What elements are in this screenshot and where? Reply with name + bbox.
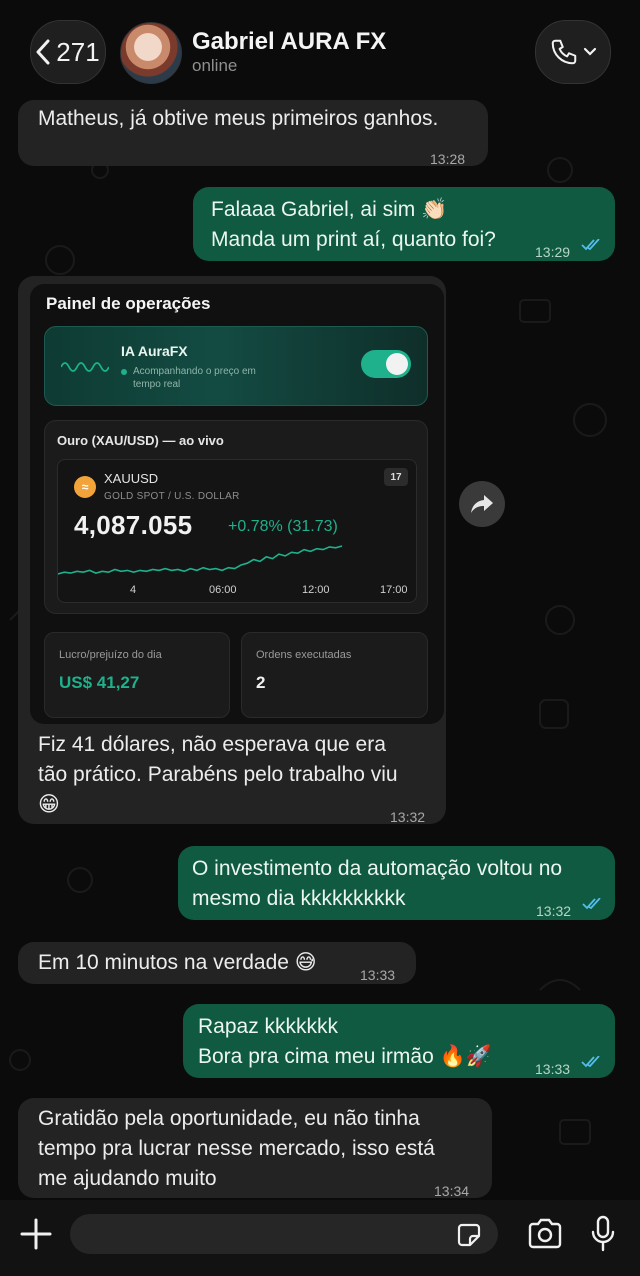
- price-series-line: [58, 545, 343, 575]
- panel-title: Painel de operações: [46, 294, 211, 313]
- message-text: Rapaz kkkkkkk: [198, 1015, 339, 1038]
- message-text: 😁: [38, 793, 60, 816]
- x-tick-label: 4: [130, 584, 137, 596]
- message-time: 13:32: [536, 903, 572, 919]
- aura-toggle[interactable]: [361, 350, 411, 378]
- message-text: mesmo dia kkkkkkkkkk: [192, 887, 406, 910]
- message-incoming[interactable]: Em 10 minutos na verdade 😅 13:33: [18, 942, 416, 984]
- chevron-left-icon: [36, 39, 50, 65]
- aura-subtitle: Acompanhando o preço em tempo real: [133, 366, 256, 390]
- status-dot-icon: [121, 369, 127, 375]
- shared-image-panel[interactable]: Painel de operações IA AuraFX Acompanhan…: [30, 284, 444, 724]
- x-tick-label: 17:00: [380, 584, 408, 596]
- message-outgoing[interactable]: O investimento da automação voltou no me…: [178, 846, 615, 920]
- sticker-icon[interactable]: [454, 1220, 484, 1250]
- gold-coin-icon: ≈: [74, 476, 96, 498]
- forward-button[interactable]: [459, 481, 505, 527]
- chat-header: 271 Gabriel AURA FX online: [0, 0, 640, 100]
- message-text: Fiz 41 dólares, não esperava que era: [38, 733, 386, 756]
- toggle-knob: [386, 353, 408, 375]
- contact-name[interactable]: Gabriel AURA FX: [192, 28, 386, 56]
- unread-count: 271: [56, 36, 100, 67]
- call-button[interactable]: [535, 20, 611, 84]
- message-time: 13:33: [535, 1061, 571, 1077]
- x-tick-label: 12:00: [302, 584, 330, 596]
- symbol: XAUUSD: [104, 471, 159, 486]
- read-ticks-icon: [581, 1056, 600, 1068]
- price-change: +0.78% (31.73): [228, 518, 338, 535]
- price: 4,087.055: [74, 510, 193, 540]
- orders-card: Ordens executadas 2: [241, 632, 428, 718]
- message-outgoing[interactable]: Rapaz kkkkkkk Bora pra cima meu irmão 🔥🚀…: [183, 1004, 615, 1078]
- phone-icon: [551, 39, 577, 65]
- message-input[interactable]: [70, 1214, 498, 1254]
- input-bar: [0, 1200, 640, 1276]
- message-time: 13:32: [390, 809, 426, 825]
- forward-arrow-icon: [471, 495, 493, 513]
- message-text: Em 10 minutos na verdade 😅: [38, 951, 317, 974]
- plus-icon[interactable]: [16, 1214, 56, 1254]
- message-text: Matheus, já obtive meus primeiros ganhos…: [38, 107, 439, 130]
- aura-title: IA AuraFX: [121, 343, 188, 359]
- contact-avatar[interactable]: [120, 22, 182, 84]
- profit-card: Lucro/prejuízo do dia US$ 41,27: [44, 632, 230, 718]
- chevron-down-icon: [583, 47, 597, 56]
- x-tick-label: 06:00: [209, 584, 237, 596]
- read-ticks-icon: [582, 898, 601, 910]
- microphone-icon[interactable]: [590, 1214, 616, 1254]
- gold-card: Ouro (XAU/USD) — ao vivo ≈ XAUUSD GOLD S…: [44, 420, 428, 614]
- orders-label: Ordens executadas: [256, 649, 352, 661]
- message-text: tempo pra lucrar nesse mercado, isso est…: [38, 1137, 435, 1160]
- orders-value: 2: [256, 673, 266, 692]
- message-text: O investimento da automação voltou no: [192, 857, 563, 880]
- back-button[interactable]: 271: [30, 20, 106, 84]
- profit-value: US$ 41,27: [59, 673, 140, 692]
- message-time: 13:29: [535, 244, 571, 260]
- symbol-subtitle: GOLD SPOT / U.S. DOLLAR: [104, 491, 240, 502]
- message-incoming[interactable]: Gratidão pela oportunidade, eu não tinha…: [18, 1098, 492, 1199]
- tradingview-logo-icon: 17: [384, 468, 408, 486]
- message-text: Manda um print aí, quanto foi?: [211, 228, 496, 251]
- message-text: Gratidão pela oportunidade, eu não tinha: [38, 1107, 420, 1130]
- profit-label: Lucro/prejuízo do dia: [59, 649, 162, 661]
- message-text: Bora pra cima meu irmão 🔥🚀: [198, 1045, 492, 1068]
- contact-status: online: [192, 56, 238, 75]
- message-incoming[interactable]: Matheus, já obtive meus primeiros ganhos…: [18, 100, 488, 167]
- price-chart: ≈ XAUUSD GOLD SPOT / U.S. DOLLAR 17 4,08…: [57, 459, 417, 603]
- wave-icon: [61, 362, 109, 372]
- message-text: me ajudando muito: [38, 1167, 217, 1190]
- camera-icon[interactable]: [526, 1216, 564, 1252]
- aura-ai-card: IA AuraFX Acompanhando o preço em tempo …: [44, 326, 428, 406]
- message-outgoing[interactable]: Falaaa Gabriel, ai sim 👏🏻 Manda um print…: [193, 187, 615, 261]
- message-text: tão prático. Parabéns pelo trabalho viu: [38, 763, 398, 786]
- message-text: Falaaa Gabriel, ai sim 👏🏻: [211, 198, 448, 221]
- gold-title: Ouro (XAU/USD) — ao vivo: [57, 433, 224, 448]
- message-time: 13:28: [430, 151, 466, 167]
- read-ticks-icon: [581, 239, 600, 251]
- message-time: 13:33: [360, 967, 396, 983]
- price-line-chart: [58, 545, 343, 575]
